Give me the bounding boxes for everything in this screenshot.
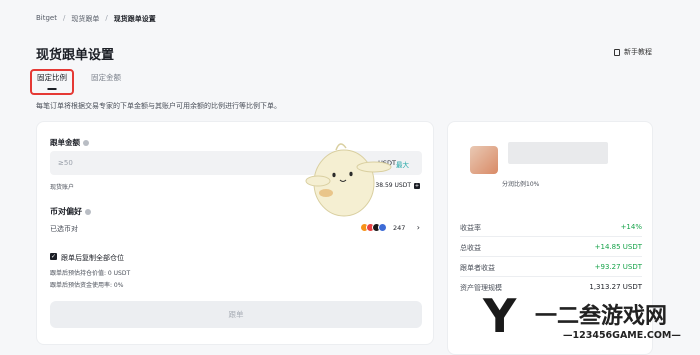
guide-label: 新手教程 xyxy=(624,48,652,56)
tab-fixed-ratio[interactable]: 固定比例 xyxy=(30,69,74,95)
amount-label: 跟单金额 xyxy=(50,138,80,147)
copy-all-checkbox[interactable]: ✓ xyxy=(50,253,57,260)
est-position: 跟单后预估持仓价值: 0 USDT xyxy=(50,270,131,277)
stat-row: 总收益 +14.85 USDT xyxy=(460,243,642,253)
stat-key: 跟单者收益 xyxy=(460,264,495,272)
stat-row: 收益率 +14% xyxy=(460,223,642,233)
copy-submit-button[interactable]: 跟单 xyxy=(50,301,422,328)
tab-fixed-amount[interactable]: 固定金额 xyxy=(86,69,126,95)
info-icon[interactable] xyxy=(83,139,89,146)
breadcrumb: Bitget / 现货跟单 / 现货跟单设置 xyxy=(36,14,156,24)
selected-pairs-label: 已选币对 xyxy=(50,225,78,233)
transfer-plus-icon[interactable]: + xyxy=(414,183,420,189)
page: Bitget / 现货跟单 / 现货跟单设置 现货跟单设置 新手教程 固定比例 … xyxy=(0,0,700,355)
page-title: 现货跟单设置 xyxy=(36,48,115,63)
stat-value: +14% xyxy=(620,223,642,231)
stat-value: +93.27 USDT xyxy=(594,263,642,271)
copy-all-label: 跟单后复制全部仓位 xyxy=(61,254,124,262)
mode-description: 每笔订单将根据交易专家的下单金额与其账户可用余额的比例进行等比例下单。 xyxy=(36,102,281,110)
max-button[interactable]: 最大 xyxy=(396,159,409,169)
pair-count: 247 xyxy=(393,224,406,232)
profit-share: 分润比例10% xyxy=(502,181,540,188)
stat-row: 跟单者收益 +93.27 USDT xyxy=(460,263,642,273)
breadcrumb-item-bitget[interactable]: Bitget xyxy=(36,14,57,24)
breadcrumb-separator: / xyxy=(105,14,108,22)
book-icon xyxy=(614,48,620,56)
pair-label: 币对偏好 xyxy=(50,207,82,216)
blurred-trader-name xyxy=(508,142,608,164)
pair-label-row: 币对偏好 xyxy=(50,206,91,217)
mascot-illustration xyxy=(305,143,392,217)
breadcrumb-item-spot-copy[interactable]: 现货跟单 xyxy=(71,14,99,24)
divider xyxy=(460,276,642,277)
avatar xyxy=(470,146,498,174)
account-label: 现货账户 xyxy=(50,184,75,191)
guide-link[interactable]: 新手教程 xyxy=(614,47,652,57)
watermark: Y 一二叁游戏网 —123456GAME.COM— xyxy=(483,288,700,355)
amount-label-row: 跟单金额 xyxy=(50,137,89,148)
amount-placeholder: ≥50 xyxy=(58,159,73,167)
stat-key: 总收益 xyxy=(460,244,481,252)
stat-key: 收益率 xyxy=(460,224,481,232)
tab-label: 固定金额 xyxy=(91,73,121,82)
tab-active-indicator xyxy=(47,88,57,90)
breadcrumb-separator: / xyxy=(63,14,66,22)
watermark-logo: Y xyxy=(483,289,517,343)
divider xyxy=(460,256,642,257)
watermark-site: —123456GAME.COM— xyxy=(563,330,681,341)
breadcrumb-item-current: 现货跟单设置 xyxy=(113,15,156,23)
tab-label: 固定比例 xyxy=(37,73,67,82)
mode-tabs: 固定比例 固定金额 xyxy=(30,69,126,95)
divider xyxy=(460,236,642,237)
stat-value: +14.85 USDT xyxy=(594,243,642,251)
est-usage: 跟单后预估资金使用率: 0% xyxy=(50,282,124,289)
info-icon[interactable] xyxy=(85,208,91,215)
chevron-right-icon: › xyxy=(416,223,420,232)
watermark-title: 一二叁游戏网 xyxy=(535,304,668,329)
